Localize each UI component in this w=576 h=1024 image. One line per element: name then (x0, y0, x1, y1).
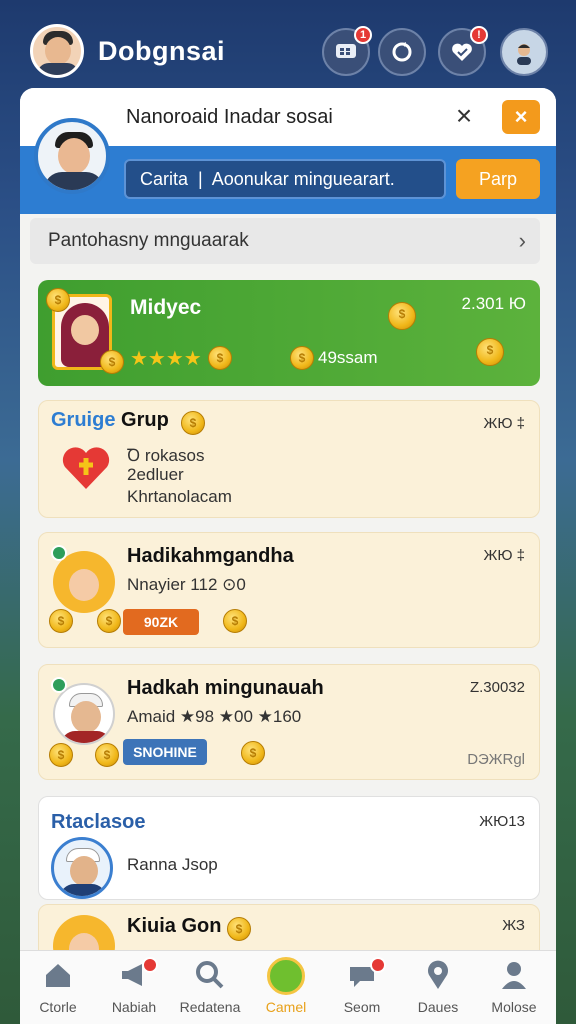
group-card[interactable]: Gruige Grup $ ЖЮ ‡ Ꝺ rokasos 2edluer Khr… (38, 400, 540, 518)
nav-item-chat[interactable]: Seom (324, 951, 400, 1024)
person-icon (502, 962, 526, 989)
nav-item-places[interactable]: Daues (400, 951, 476, 1024)
chat-badge: 1 (354, 26, 372, 44)
status-badge: SNOHINE (123, 739, 207, 765)
heart-icon (62, 447, 110, 489)
alert-badge: ! (470, 26, 488, 44)
coin-icon: $ (223, 609, 247, 633)
group-line-2: 2edluer (127, 465, 184, 484)
coin-icon: $ (208, 346, 232, 370)
close-icon[interactable]: × (450, 102, 478, 130)
nav-label: Redatena (179, 999, 241, 1015)
verified-icon (51, 677, 67, 693)
panel-title: Nanoroaid Inadar sosai (126, 106, 333, 128)
game-icon (267, 957, 305, 995)
profile-icon[interactable] (500, 28, 548, 76)
item-title: Kiuia Gon (127, 915, 222, 937)
card-meta: ЖЮ ‡ (483, 547, 525, 564)
notification-dot (370, 957, 386, 973)
featured-score: 2.301 Ю (461, 294, 526, 313)
avatar (51, 837, 113, 899)
nav-item-news[interactable]: Nabiah (96, 951, 172, 1024)
search-input[interactable] (124, 159, 446, 199)
coin-icon: $ (181, 411, 205, 435)
search-icon (196, 961, 224, 989)
coin-icon: $ (241, 741, 265, 765)
list-item[interactable]: Kiuia Gon $ ЖЗ (38, 904, 540, 950)
coin-icon: $ (100, 350, 124, 374)
verified-icon (51, 545, 67, 561)
nav-label: Camel (265, 999, 307, 1015)
section-title: Rtaclasoe (51, 811, 146, 833)
coin-icon: $ (49, 609, 73, 633)
coin-icon: $ (46, 288, 70, 312)
notification-dot (142, 957, 158, 973)
card-meta: ЖЮ13 (479, 813, 525, 830)
nav-label: Ctorle (39, 999, 77, 1015)
search-button[interactable]: Parp (456, 159, 540, 199)
avatar (53, 683, 115, 745)
chat-icon[interactable]: 1 (322, 26, 372, 76)
card-meta: ЖЗ (502, 917, 525, 934)
bottom-nav: Ctorle Nabiah Redatena Camel Seom Daues … (20, 950, 556, 1024)
app-title: Dobgnsai (98, 36, 226, 66)
nav-item-search[interactable]: Redatena (172, 951, 248, 1024)
nav-item-profile[interactable]: Molose (476, 951, 552, 1024)
card-meta: ЖЮ ‡ (483, 415, 525, 432)
avatar (53, 915, 115, 950)
card-footer: DЭЖRgl (467, 751, 525, 768)
coin-icon: $ (388, 302, 416, 330)
profile-avatar[interactable] (34, 118, 110, 194)
group-line-1: Ꝺ rokasos (127, 446, 205, 465)
coin-icon: $ (97, 609, 121, 633)
filter-label: Pantohasny mnguaarak (48, 230, 249, 251)
nav-label: Daues (417, 999, 459, 1015)
coin-icon: $ (227, 917, 251, 941)
close-button[interactable]: × (502, 100, 540, 134)
coin-icon: $ (95, 743, 119, 767)
item-subtitle: Amaid ★98 ★00 ★160 (127, 707, 302, 726)
item-title: Hadkah mingunauah (127, 677, 324, 699)
nav-item-home[interactable]: Ctorle (20, 951, 96, 1024)
chevron-right-icon: › (518, 228, 526, 253)
featured-name: Midyec (130, 296, 202, 319)
nav-item-game[interactable]: Camel (248, 951, 324, 1024)
list-item[interactable]: $ $ Hadkah mingunauah Z.30032 Amaid ★98 … (38, 664, 540, 780)
card-meta: Z.30032 (469, 679, 525, 696)
location-icon (428, 960, 448, 989)
list-item[interactable]: $ $ Hadikahmgandha ЖЮ ‡ Nnayier 112 ⊙0 9… (38, 532, 540, 648)
avatar (53, 551, 115, 613)
list-item[interactable]: Rtaclasoe ЖЮ13 Ranna Jsop (38, 796, 540, 900)
main-panel: Nanoroaid Inadar sosai × × Parp Pantohas… (20, 88, 556, 950)
featured-amount: 49ssam (318, 348, 378, 367)
filter-dropdown[interactable]: Pantohasny mnguaarak › (30, 218, 540, 264)
shield-heart-icon[interactable]: ! (438, 26, 488, 76)
home-icon (46, 964, 70, 987)
item-subtitle: Nnayier 112 ⊙0 (127, 575, 246, 594)
group-card-title: Gruige Grup (51, 409, 169, 431)
nav-label: Nabiah (111, 999, 157, 1015)
nav-label: Seom (343, 999, 381, 1015)
nav-label: Molose (491, 999, 537, 1015)
rating-stars: ★★★★ (130, 348, 202, 370)
refresh-icon[interactable] (378, 28, 426, 76)
top-bar: Dobgnsai 1 ! (0, 0, 576, 92)
status-badge: 90ZK (123, 609, 199, 635)
user-avatar[interactable] (30, 24, 84, 78)
featured-card[interactable]: $ $ Midyec 2.301 Ю ★★★★ $ $ 49ssam $ $ (38, 280, 540, 386)
coin-icon: $ (290, 346, 314, 370)
coin-icon: $ (49, 743, 73, 767)
coin-icon: $ (476, 338, 504, 366)
item-subtitle: Ranna Jsop (127, 855, 218, 874)
item-title: Hadikahmgandha (127, 545, 294, 567)
group-line-3: Khrtanolacam (127, 487, 232, 506)
